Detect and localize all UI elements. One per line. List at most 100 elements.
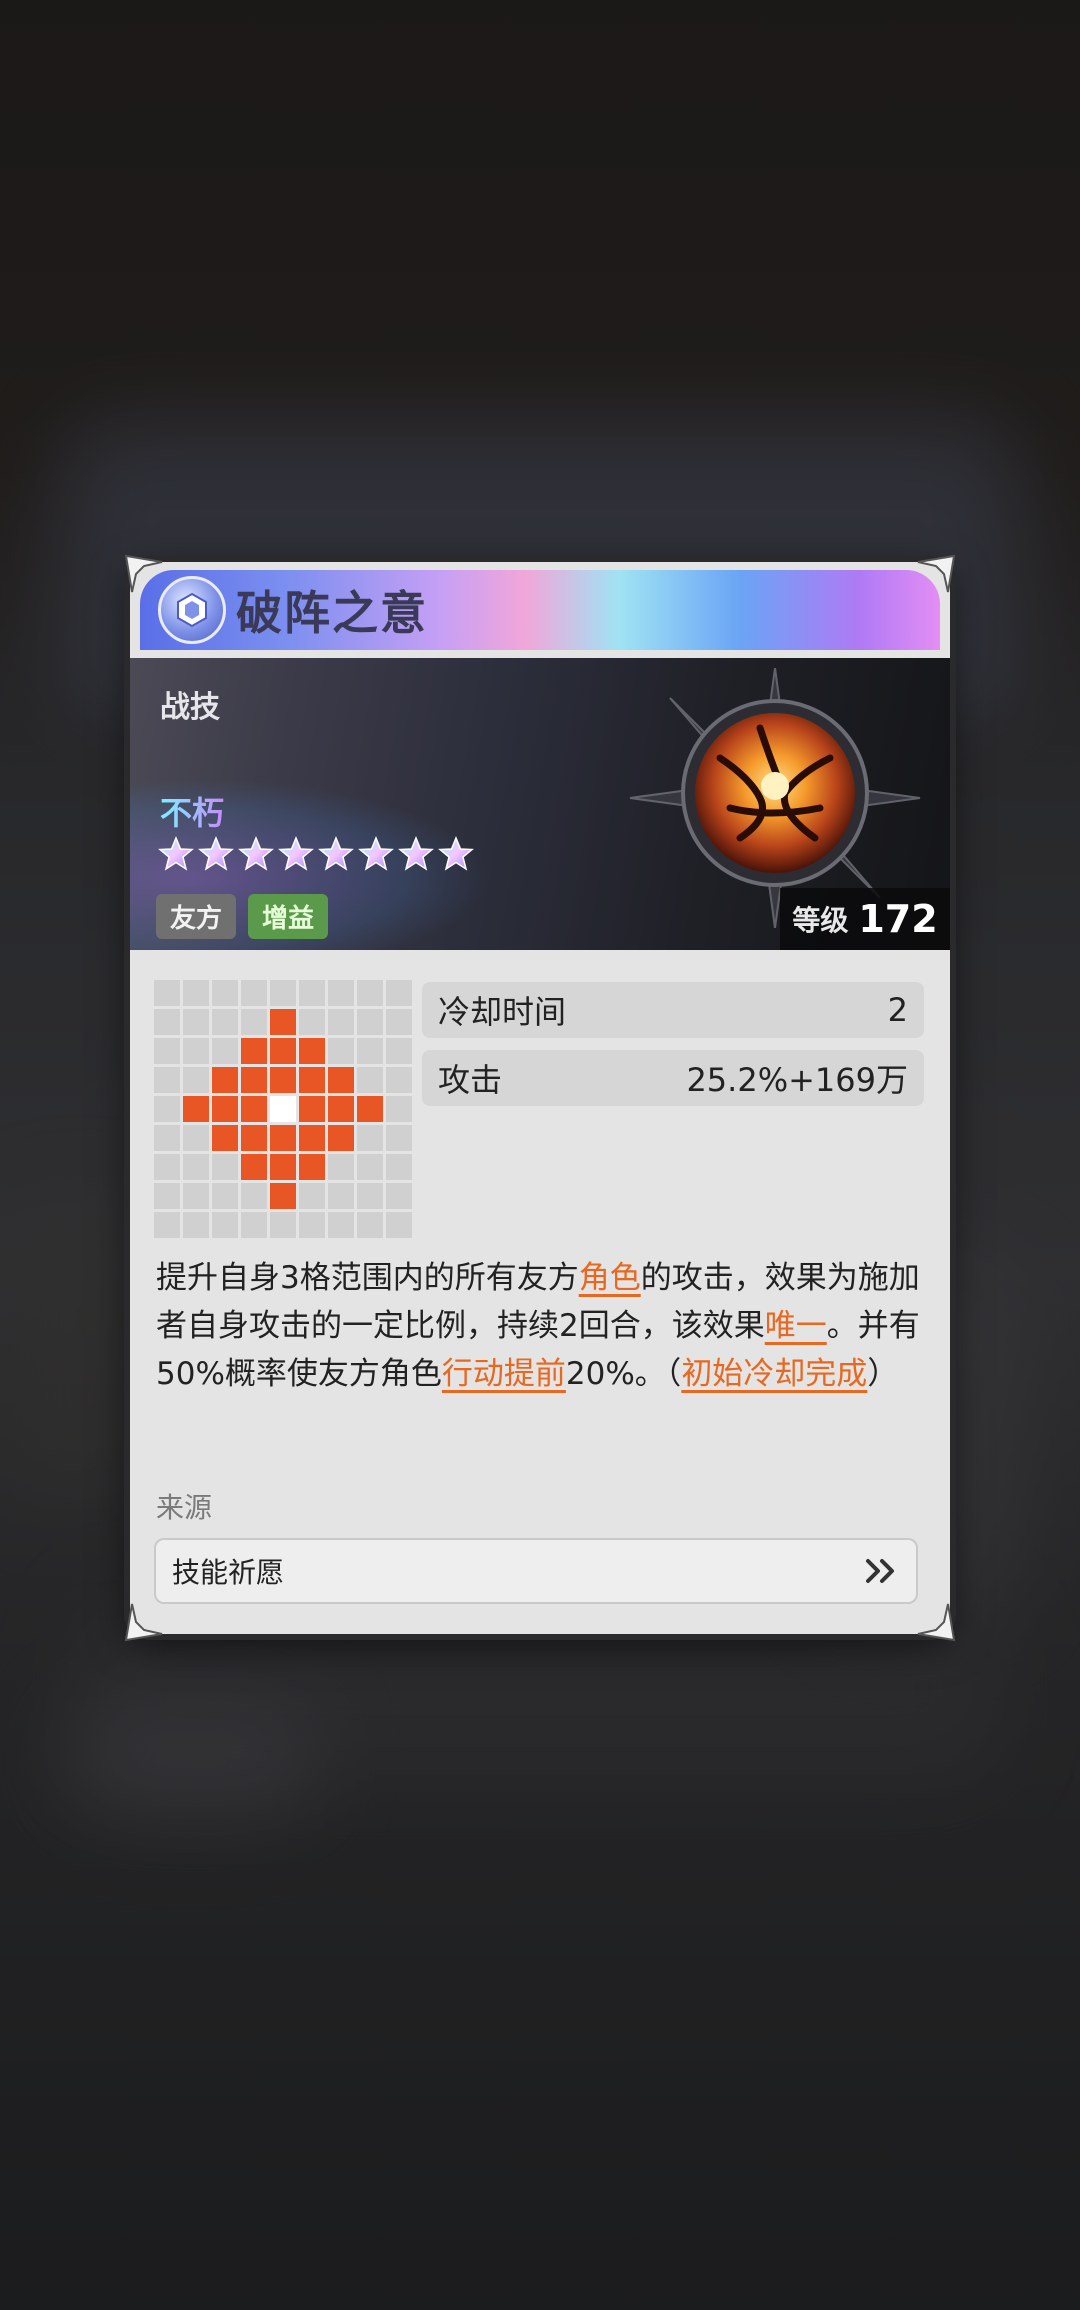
star-icon (158, 836, 194, 871)
corner-ornament-icon (916, 1602, 956, 1642)
grid-cell (386, 1212, 412, 1238)
grid-cell (154, 1212, 180, 1238)
grid-cell-in-range (328, 1067, 354, 1093)
grid-cell (328, 980, 354, 1006)
grid-cell (212, 1183, 238, 1209)
grid-cell-in-range (270, 1067, 296, 1093)
grid-cell (270, 980, 296, 1006)
tag-friendly: 友方 (156, 894, 237, 939)
skill-range-grid (154, 980, 412, 1238)
star-icon (438, 836, 474, 871)
grid-cell-in-range (241, 1038, 267, 1064)
grid-cell (386, 1009, 412, 1035)
source-button-label: 技能祈愿 (172, 1556, 285, 1589)
grid-cell (328, 1183, 354, 1209)
skill-header: 战技 不朽 友方 增益 等级 172 (130, 658, 950, 950)
grid-cell (357, 1067, 383, 1093)
grid-cell-in-range (299, 1154, 325, 1180)
grid-cell (357, 1183, 383, 1209)
grid-cell (212, 1009, 238, 1035)
grid-cell-self (270, 1096, 296, 1122)
grid-cell (183, 1212, 209, 1238)
grid-cell (270, 1212, 296, 1238)
grid-cell (241, 1009, 267, 1035)
grid-cell (183, 1038, 209, 1064)
skill-rank: 不朽 (160, 788, 224, 834)
grid-cell (386, 1096, 412, 1122)
grid-cell-in-range (270, 1125, 296, 1151)
double-chevron-right-icon (866, 1559, 894, 1583)
grid-cell-in-range (270, 1154, 296, 1180)
corner-ornament-icon (916, 554, 956, 594)
grid-cell-in-range (299, 1125, 325, 1151)
grid-cell (241, 980, 267, 1006)
grid-cell (386, 1038, 412, 1064)
grid-cell (241, 1183, 267, 1209)
grid-cell (328, 1212, 354, 1238)
grid-cell (154, 1154, 180, 1180)
grid-cell (183, 1125, 209, 1151)
grid-cell (357, 1212, 383, 1238)
keyword-link[interactable]: 行动提前 (442, 1356, 566, 1392)
grid-cell-in-range (299, 1067, 325, 1093)
skill-type: 战技 (160, 690, 220, 725)
source-label: 来源 (156, 1491, 213, 1524)
grid-cell (212, 1038, 238, 1064)
grid-cell (357, 1125, 383, 1151)
grid-cell-in-range (241, 1096, 267, 1122)
grid-cell (154, 1125, 180, 1151)
stat-label: 攻击 (438, 1061, 503, 1099)
grid-cell (154, 1183, 180, 1209)
grid-cell (386, 980, 412, 1006)
skill-name: 破阵之意 (236, 586, 428, 640)
star-rating (158, 836, 474, 872)
grid-cell-in-range (357, 1096, 383, 1122)
grid-cell (183, 1009, 209, 1035)
grid-cell-in-range (328, 1096, 354, 1122)
keyword-link[interactable]: 角色 (579, 1260, 641, 1296)
grid-cell (154, 1096, 180, 1122)
grid-cell (299, 1212, 325, 1238)
grid-cell (328, 1038, 354, 1064)
grid-cell (328, 1154, 354, 1180)
star-icon (278, 836, 314, 871)
grid-cell-in-range (299, 1038, 325, 1064)
grid-cell (386, 1154, 412, 1180)
star-icon (318, 836, 354, 871)
grid-cell-in-range (241, 1067, 267, 1093)
keyword-link[interactable]: 唯一 (765, 1308, 827, 1344)
grid-cell (357, 980, 383, 1006)
grid-cell (241, 1212, 267, 1238)
grid-cell (357, 1009, 383, 1035)
grid-cell-in-range (212, 1096, 238, 1122)
grid-cell-in-range (270, 1183, 296, 1209)
stat-label: 冷却时间 (438, 993, 567, 1031)
grid-cell (386, 1125, 412, 1151)
grid-cell (183, 1183, 209, 1209)
grid-cell (386, 1183, 412, 1209)
grid-cell (154, 980, 180, 1006)
grid-cell-in-range (183, 1096, 209, 1122)
grid-cell (328, 1009, 354, 1035)
grid-cell (299, 1183, 325, 1209)
tag-buff: 增益 (248, 894, 329, 939)
skill-detail-card: 破阵之意 战技 不朽 友方 增益 等级 172 冷却时间 2 攻击 25.2%+… (130, 562, 950, 1634)
skill-title-bar: 破阵之意 (140, 570, 940, 650)
grid-cell-in-range (241, 1125, 267, 1151)
grid-cell-in-range (241, 1154, 267, 1180)
level-value: 172 (858, 897, 938, 941)
star-icon (398, 836, 434, 871)
grid-cell (154, 1009, 180, 1035)
source-skill-wish-button[interactable]: 技能祈愿 (154, 1538, 918, 1604)
star-icon (238, 836, 274, 871)
skill-level: 等级 172 (780, 888, 950, 950)
stat-value: 25.2%+169万 (686, 1061, 908, 1099)
grid-cell-in-range (299, 1096, 325, 1122)
keyword-link[interactable]: 初始冷却完成 (681, 1356, 867, 1392)
grid-cell (183, 1067, 209, 1093)
level-label: 等级 (792, 904, 849, 937)
skill-description: 提升自身3格范围内的所有友方角色的攻击，效果为施加者自身攻击的一定比例，持续2回… (156, 1260, 920, 1392)
grid-cell (154, 1067, 180, 1093)
grid-cell (357, 1038, 383, 1064)
grid-cell (183, 980, 209, 1006)
